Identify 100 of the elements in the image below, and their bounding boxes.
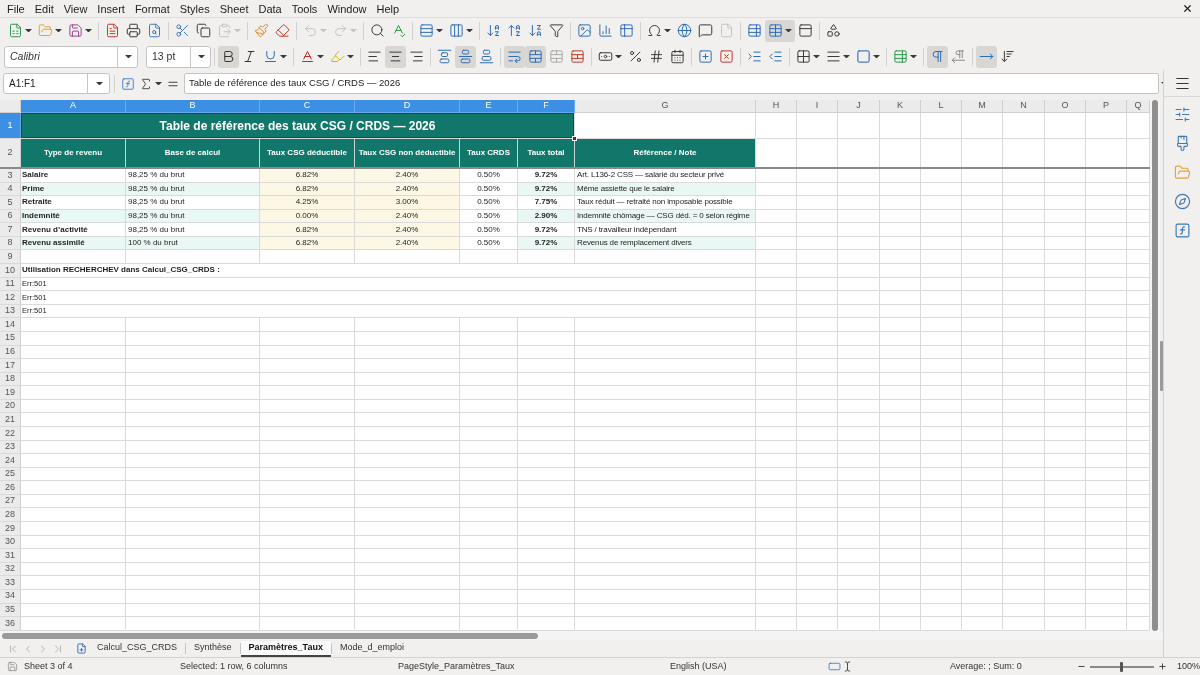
bar-chart-icon xyxy=(598,23,613,38)
redo-icon xyxy=(333,23,348,38)
calendar-icon xyxy=(670,49,685,64)
row-header[interactable]: 12 xyxy=(0,291,21,304)
caret-icon xyxy=(785,28,792,33)
speech-bubble-icon xyxy=(698,23,713,38)
caret-icon xyxy=(155,81,162,86)
sheet-tab[interactable]: Synthèse xyxy=(186,640,240,657)
row-header[interactable]: 36 xyxy=(0,617,21,630)
sheet-tab[interactable]: Calcul_CSG_CRDS xyxy=(89,640,186,657)
header-cell: Taux CRDS xyxy=(460,139,517,167)
left-to-right-button[interactable] xyxy=(927,45,948,68)
pilcrow-left-icon xyxy=(951,49,966,64)
menu-item[interactable]: File xyxy=(2,0,30,17)
name-box[interactable]: A1:F1 xyxy=(3,73,110,94)
menu-item[interactable]: Tools xyxy=(286,0,323,17)
horizontal-scrollbar[interactable] xyxy=(2,632,538,639)
column-header[interactable]: M xyxy=(962,100,1003,113)
sheet-tab[interactable]: Paramètres_Taux xyxy=(240,640,331,657)
column-header[interactable]: I xyxy=(797,100,838,113)
window-icon xyxy=(798,23,813,38)
menu-item[interactable]: Styles xyxy=(174,0,215,17)
column-header[interactable]: G xyxy=(575,100,756,113)
row-header[interactable]: 31 xyxy=(0,549,21,562)
bold-icon xyxy=(221,49,236,64)
row-header[interactable]: 21 xyxy=(0,413,21,426)
row-header[interactable]: 33 xyxy=(0,576,21,589)
column-header[interactable]: P xyxy=(1086,100,1127,113)
header-cell: Taux total xyxy=(518,139,574,167)
font-name-box[interactable]: Calibri xyxy=(4,45,138,68)
table-cell: 3.00% xyxy=(355,196,459,209)
column-header[interactable]: J xyxy=(838,100,880,113)
sheet-tab[interactable]: Mode_d_emploi xyxy=(331,640,412,657)
text-direction-button[interactable] xyxy=(976,45,997,68)
table-cell: 2.40% xyxy=(355,169,459,182)
row-header[interactable]: 26 xyxy=(0,481,21,494)
align-center-button[interactable] xyxy=(385,45,406,68)
square-icon xyxy=(856,49,871,64)
row-header[interactable]: 10 xyxy=(0,264,21,277)
row-header[interactable]: 14 xyxy=(0,318,21,331)
title-cell: Table de référence des taux CSG / CRDS — 2026 xyxy=(21,113,574,138)
row-header[interactable]: 24 xyxy=(0,454,21,467)
column-header[interactable]: N xyxy=(1003,100,1045,113)
freeze-button[interactable] xyxy=(765,19,795,42)
align-middle-button[interactable] xyxy=(455,45,476,68)
wrap-text-button[interactable] xyxy=(504,45,525,68)
plus-square-icon xyxy=(698,49,713,64)
row-header[interactable]: 28 xyxy=(0,508,21,522)
document-save-icon xyxy=(6,661,18,672)
fill-handle[interactable] xyxy=(572,136,577,141)
column-header[interactable]: O xyxy=(1045,100,1086,113)
folder-icon xyxy=(38,23,53,38)
menu-item[interactable]: Window xyxy=(322,0,372,17)
row-header[interactable]: 9 xyxy=(0,250,21,264)
printer-icon xyxy=(126,23,141,38)
menu-item[interactable]: Help xyxy=(371,0,405,17)
font-size-box[interactable]: 13 pt xyxy=(146,45,211,68)
page-style: PageStyle_Paramètres_Taux xyxy=(398,660,515,671)
row-header[interactable]: 7 xyxy=(0,223,21,236)
bold-button[interactable] xyxy=(218,45,239,68)
menu-item[interactable]: Insert xyxy=(92,0,130,17)
merge-cells-icon xyxy=(528,49,543,64)
column-header[interactable]: L xyxy=(921,100,962,113)
header-cell: Type de revenu xyxy=(21,139,125,167)
vertical-scrollbar[interactable] xyxy=(1152,100,1158,631)
menu-item[interactable]: Format xyxy=(129,0,175,17)
row-header[interactable]: 19 xyxy=(0,386,21,399)
rows-icon xyxy=(419,23,434,38)
grid-icon xyxy=(796,49,811,64)
align-bottom-icon xyxy=(479,49,494,64)
row-header[interactable]: 3 xyxy=(0,169,21,182)
menu-item[interactable]: Data xyxy=(253,0,287,17)
globe-icon xyxy=(677,23,692,38)
menu-item[interactable]: Edit xyxy=(29,0,59,17)
caret-icon xyxy=(664,28,671,33)
row-header[interactable]: 5 xyxy=(0,196,21,209)
row-header[interactable]: 17 xyxy=(0,359,21,372)
lines-icon xyxy=(826,49,841,64)
undo-icon xyxy=(303,23,318,38)
image-icon xyxy=(577,23,592,38)
align-left-icon xyxy=(367,49,382,64)
spellcheck-icon xyxy=(391,23,406,38)
sidebar-grip[interactable] xyxy=(1160,340,1163,391)
menu-item[interactable]: View xyxy=(58,0,93,17)
column-header[interactable]: K xyxy=(880,100,921,113)
zoom-slider-thumb[interactable] xyxy=(1120,661,1124,672)
row-header[interactable]: 29 xyxy=(0,522,21,535)
menu-item[interactable]: Sheet xyxy=(214,0,254,17)
table-icon xyxy=(619,23,634,38)
highlighter-icon xyxy=(330,49,345,64)
formula-input[interactable]: Table de référence des taux CSG / CRDS — 2026 xyxy=(184,73,1159,94)
merge-center-button[interactable] xyxy=(525,45,546,68)
rectangle-icon xyxy=(828,660,841,673)
sigma-icon xyxy=(139,76,153,91)
indent-decrease-icon xyxy=(768,49,783,64)
column-header[interactable]: H xyxy=(756,100,797,113)
table-cell: 6.82% xyxy=(260,223,354,236)
omega-icon xyxy=(647,23,662,38)
row-header[interactable]: 2 xyxy=(0,139,21,167)
column-header[interactable]: Q xyxy=(1127,100,1150,113)
